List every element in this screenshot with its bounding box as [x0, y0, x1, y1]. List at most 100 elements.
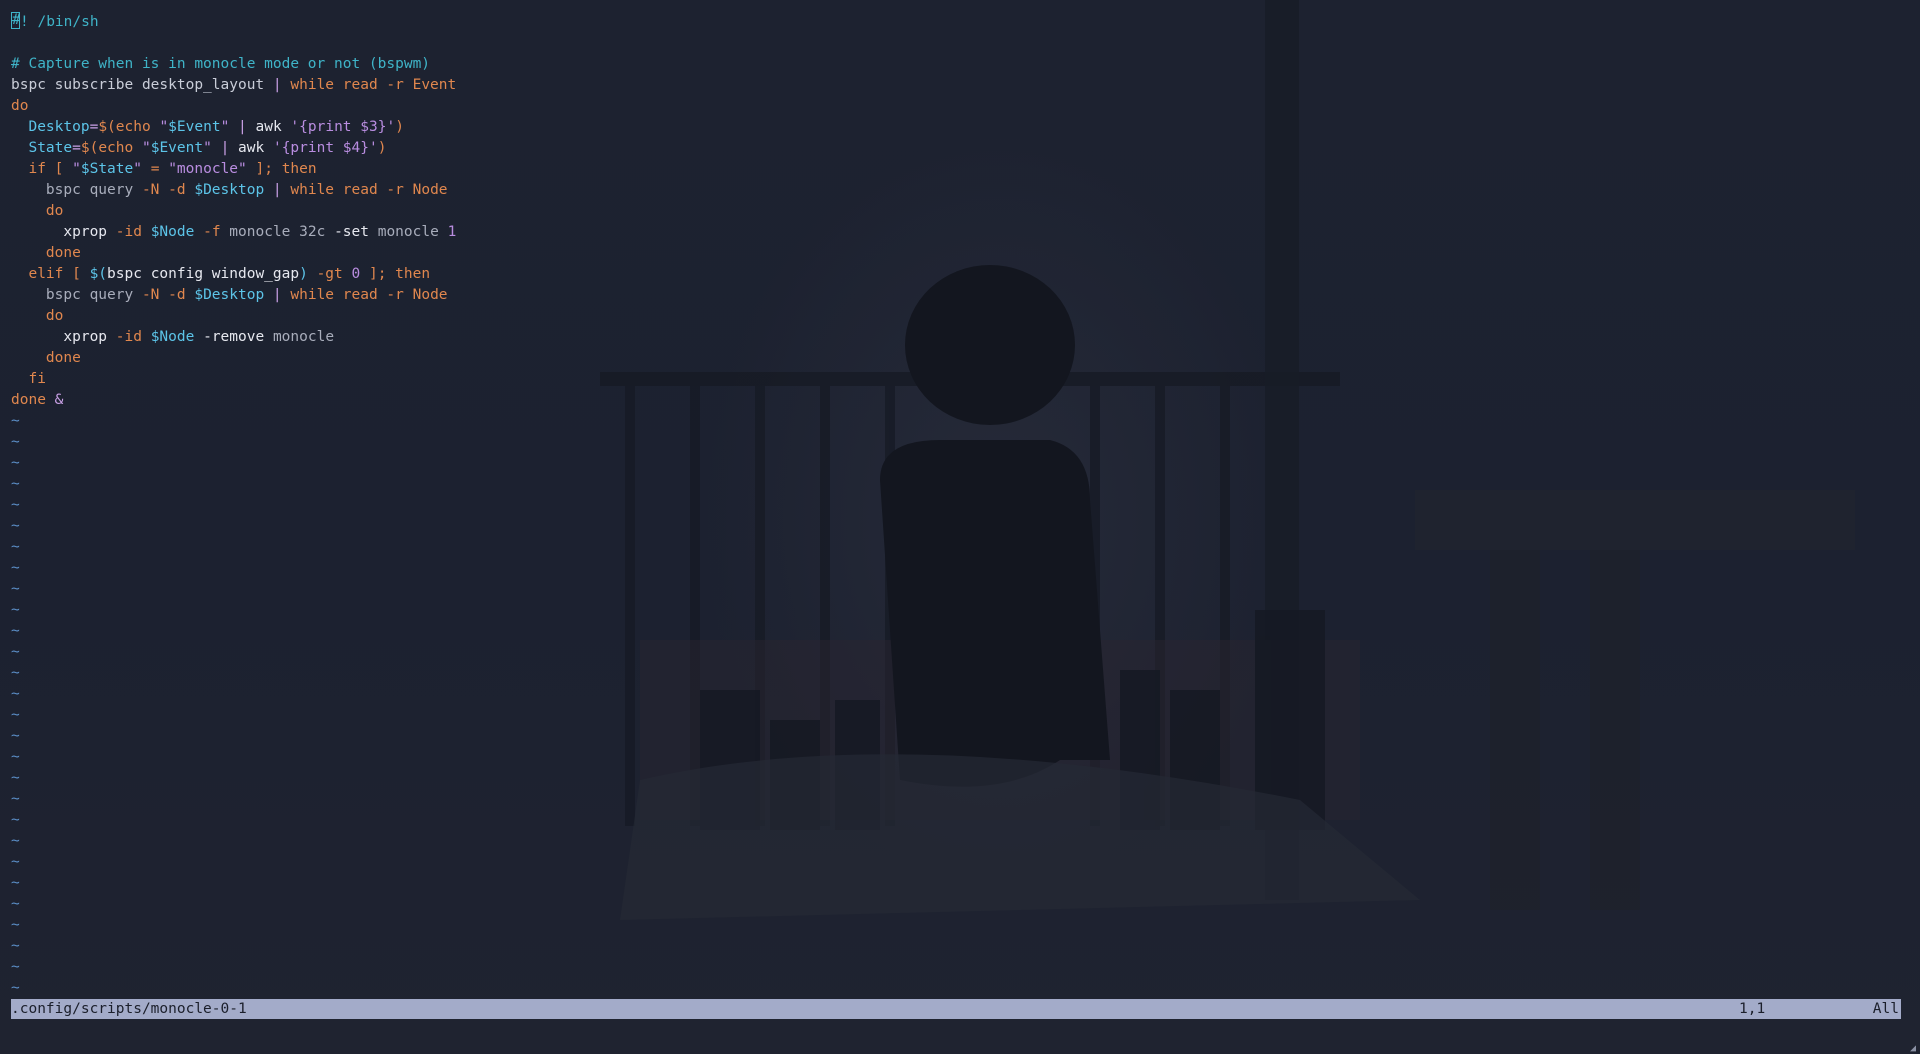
code-line[interactable]: #! /bin/sh: [11, 12, 1920, 33]
code-line[interactable]: do: [11, 96, 1920, 117]
code-token: monocle: [272, 329, 335, 345]
code-token: |: [272, 77, 291, 93]
code-line[interactable]: elif [ $(bspc config window_gap) -gt 0 ]…: [11, 264, 1920, 285]
empty-line-tilde: ~: [11, 434, 20, 450]
code-token: $(: [98, 119, 116, 135]
empty-line-tilde: ~: [11, 581, 20, 597]
empty-line-tilde: ~: [11, 791, 20, 807]
code-token: done: [11, 392, 55, 408]
terminal-window[interactable]: #! /bin/sh # Capture when is in monocle m…: [0, 0, 1920, 1054]
code-token: do: [45, 203, 64, 219]
code-token: ): [299, 266, 308, 282]
code-token: '{print $3}': [290, 119, 396, 135]
code-token: echo: [115, 119, 160, 135]
editor-buffer[interactable]: #! /bin/sh # Capture when is in monocle m…: [11, 12, 1920, 999]
code-token: -gt: [307, 266, 352, 282]
code-line[interactable]: Desktop=$(echo "$Event" | awk '{print $3…: [11, 117, 1920, 138]
code-line[interactable]: bspc subscribe desktop_layout | while re…: [11, 75, 1920, 96]
code-token: $Node: [150, 329, 204, 345]
empty-line-tilde: ~: [11, 875, 20, 891]
code-token: -id: [115, 224, 151, 240]
code-token: ": [72, 161, 81, 177]
empty-line-tilde: ~: [11, 455, 20, 471]
empty-line-tilde: ~: [11, 812, 20, 828]
code-token: monocle: [377, 224, 448, 240]
statusline-filename: .config/scripts/monocle-0-1: [11, 1001, 247, 1017]
code-line[interactable]: if [ "$State" = "monocle" ]; then: [11, 159, 1920, 180]
code-line[interactable]: bspc query -N -d $Desktop | while read -…: [11, 285, 1920, 306]
empty-line-tilde: ~: [11, 833, 20, 849]
code-line[interactable]: xprop -id $Node -f monocle 32c -set mono…: [11, 222, 1920, 243]
statusline-cursor-position: 1,1: [1739, 1001, 1766, 1017]
empty-line-tilde: ~: [11, 497, 20, 513]
empty-line-tilde: ~: [11, 602, 20, 618]
code-token: State: [28, 140, 73, 156]
code-token: ": [159, 119, 169, 135]
empty-line-tilde: ~: [11, 518, 20, 534]
empty-line-tilde: ~: [11, 917, 20, 933]
code-token: -remove: [203, 329, 273, 345]
empty-line-tilde: ~: [11, 644, 20, 660]
empty-line-tilde: ~: [11, 938, 20, 954]
code-token: fi: [28, 371, 46, 387]
code-line[interactable]: State=$(echo "$Event" | awk '{print $4}'…: [11, 138, 1920, 159]
vim-statusline: .config/scripts/monocle-0-1 1,1 All: [11, 999, 1901, 1019]
code-token: '{print $4}': [272, 140, 378, 156]
resize-grip-icon[interactable]: ◢: [1910, 1044, 1920, 1054]
code-line[interactable]: # Capture when is in monocle mode or not…: [11, 54, 1920, 75]
code-line[interactable]: xprop -id $Node -remove monocle: [11, 327, 1920, 348]
code-token: elif [: [28, 266, 90, 282]
code-token: $Node: [150, 224, 204, 240]
code-token: ]; then: [255, 161, 317, 177]
empty-line-tilde: ~: [11, 707, 20, 723]
statusline-scroll-indicator: All: [1872, 1001, 1899, 1017]
code-token: done: [45, 245, 81, 261]
code-token: Desktop: [28, 119, 90, 135]
empty-line-tilde: ~: [11, 728, 20, 744]
code-token: echo: [98, 140, 142, 156]
code-token: bspc query: [11, 287, 142, 303]
code-token: "monocle": [168, 161, 256, 177]
code-token: =: [150, 161, 169, 177]
code-line[interactable]: [11, 33, 1920, 54]
empty-line-tilde: ~: [11, 749, 20, 765]
code-token: do: [11, 98, 29, 114]
code-token: if [: [28, 161, 73, 177]
code-token: while read -r Node: [290, 287, 448, 303]
code-token: ": [133, 161, 151, 177]
code-token: -N -d: [141, 182, 195, 198]
code-token: -N -d: [141, 287, 195, 303]
code-token: xprop: [63, 329, 116, 345]
code-token: |: [272, 182, 291, 198]
empty-line-tilde: ~: [11, 854, 20, 870]
empty-line-tilde: ~: [11, 980, 20, 996]
code-line[interactable]: done: [11, 243, 1920, 264]
code-token: ): [395, 119, 404, 135]
code-token: do: [45, 308, 64, 324]
code-token: # Capture when is in monocle mode or not…: [11, 56, 431, 72]
code-line[interactable]: done: [11, 348, 1920, 369]
code-line[interactable]: do: [11, 306, 1920, 327]
empty-line-tilde: ~: [11, 770, 20, 786]
code-token: ): [377, 140, 387, 156]
code-line[interactable]: bspc query -N -d $Desktop | while read -…: [11, 180, 1920, 201]
code-line[interactable]: fi: [11, 369, 1920, 390]
code-line[interactable]: do: [11, 201, 1920, 222]
code-token: ": [203, 140, 221, 156]
code-token: awk: [238, 140, 273, 156]
empty-line-tilde: ~: [11, 623, 20, 639]
code-token: =: [89, 119, 99, 135]
code-line[interactable]: done &: [11, 390, 1920, 411]
code-token: ]; then: [368, 266, 431, 282]
code-token: bspc subscribe desktop_layout: [11, 77, 273, 93]
code-token: while read -r Node: [290, 182, 448, 198]
code-token: =: [72, 140, 81, 156]
code-token: $State: [80, 161, 134, 177]
